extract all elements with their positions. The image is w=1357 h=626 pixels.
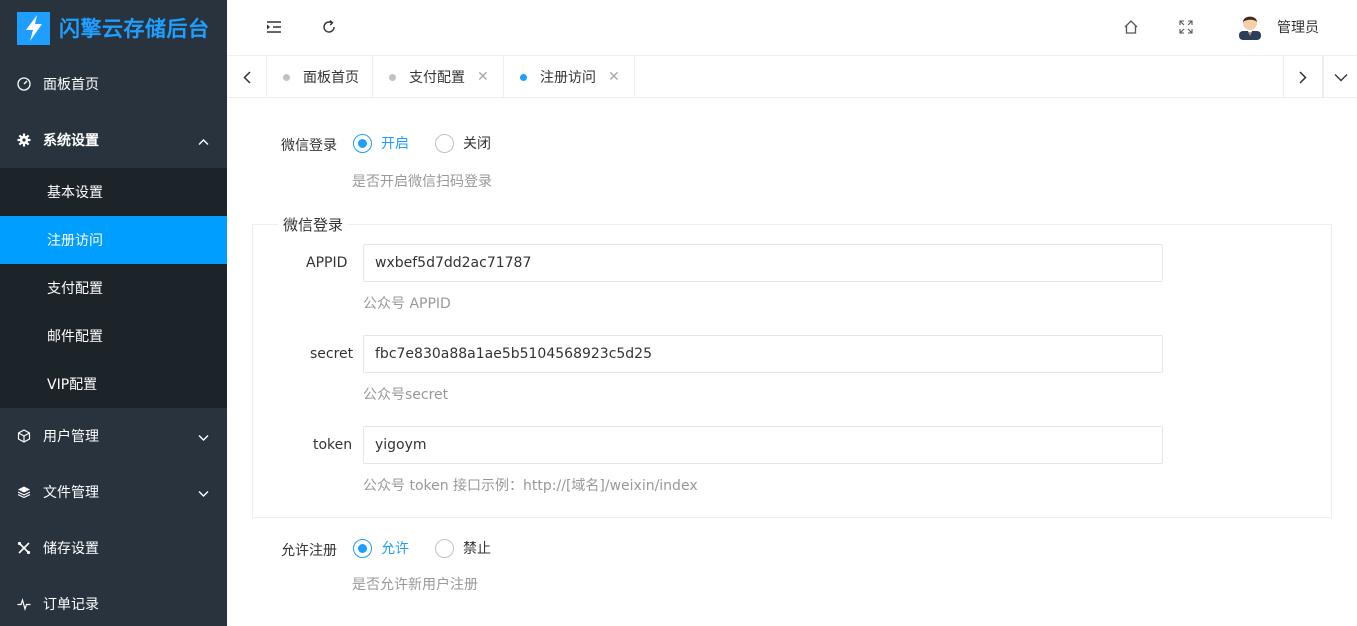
top-header: 管理员 (227, 0, 1357, 56)
wechat-login-radio-off[interactable]: 关闭 (435, 133, 491, 153)
token-help: 公众号 token 接口示例：http://[域名]/weixin/index (363, 478, 698, 494)
sidebar-item-order-records[interactable]: 订单记录 (0, 576, 227, 626)
sidebar-item-label: 用户管理 (43, 429, 99, 445)
radio-circle (435, 133, 454, 153)
sidebar-item-label: 订单记录 (43, 597, 99, 613)
secret-help: 公众号secret (363, 387, 449, 403)
lightning-icon (17, 11, 50, 45)
sidebar-item-file-management[interactable]: 文件管理 (0, 464, 227, 520)
pulse-icon (17, 597, 31, 611)
appid-label: APPID (306, 255, 348, 271)
wechat-login-label: 微信登录 (281, 138, 337, 154)
allow-register-radio-allow[interactable]: 允许 (353, 538, 409, 558)
gear-icon (17, 133, 31, 147)
radio-label: 禁止 (463, 541, 491, 557)
secret-input[interactable]: fbc7e830a88a1ae5b5104568923c5d25 (363, 335, 1163, 373)
radio-circle (353, 133, 372, 153)
wechat-login-help: 是否开启微信扫码登录 (352, 174, 492, 190)
sidebar-item-user-management[interactable]: 用户管理 (0, 408, 227, 464)
tab-label: 面板首页 (303, 70, 359, 86)
sidebar-item-label: 储存设置 (43, 541, 99, 557)
sidebar-item-mail-config[interactable]: 邮件配置 (0, 312, 227, 360)
wechat-settings-legend: 微信登录 (278, 214, 349, 235)
tab-label: 支付配置 (409, 70, 465, 86)
radio-label: 允许 (381, 541, 409, 557)
app-root: 闪擎云存储后台 面板首页 系统设置 基本设置 注册访问 支付配置 邮件配置 VI… (0, 0, 1357, 626)
allow-register-label: 允许注册 (281, 543, 337, 559)
tabs-bar: 面板首页 支付配置 ✕ 注册访问 ✕ (227, 56, 1357, 98)
menu-fold-icon[interactable] (265, 18, 283, 36)
chevron-down-icon (198, 430, 209, 446)
tools-icon (17, 541, 31, 555)
chevron-down-icon (198, 486, 209, 502)
allow-register-help: 是否允许新用户注册 (352, 577, 478, 593)
logo[interactable]: 闪擎云存储后台 (0, 0, 227, 56)
cube-icon (17, 429, 31, 443)
radio-circle (353, 538, 372, 558)
close-icon[interactable]: ✕ (477, 69, 489, 85)
radio-label: 开启 (381, 136, 409, 152)
tab-status-dot (283, 73, 290, 81)
tab-status-dot (520, 73, 527, 81)
allow-register-radio-deny[interactable]: 禁止 (435, 538, 491, 558)
content-area: 微信登录 开启 关闭 是否开启微信扫码登录 微信登录 APPID wxbef5d… (227, 98, 1357, 626)
token-input[interactable]: yigoym (363, 426, 1163, 464)
radio-label: 关闭 (463, 136, 491, 152)
dashboard-icon (17, 77, 31, 91)
submenu-system-settings: 基本设置 注册访问 支付配置 邮件配置 VIP配置 (0, 168, 227, 408)
sidebar-item-label: 文件管理 (43, 485, 99, 501)
tabs-scroll-left-button[interactable] (227, 56, 267, 98)
secret-label: secret (310, 346, 354, 362)
tab-register-access[interactable]: 注册访问 ✕ (504, 56, 635, 98)
user-name[interactable]: 管理员 (1277, 17, 1319, 37)
tab-label: 注册访问 (540, 70, 596, 86)
appid-input[interactable]: wxbef5d7dd2ac71787 (363, 244, 1163, 282)
token-label: token (313, 437, 353, 453)
chevron-up-icon (198, 134, 209, 150)
radio-circle (435, 538, 454, 558)
tab-dashboard[interactable]: 面板首页 (267, 56, 373, 98)
close-icon[interactable]: ✕ (608, 69, 620, 85)
logo-text: 闪擎云存储后台 (59, 17, 210, 41)
layers-icon (17, 485, 31, 499)
sidebar-item-basic-settings[interactable]: 基本设置 (0, 168, 227, 216)
tabs-scroll-right-button[interactable] (1283, 56, 1323, 98)
sidebar-item-payment-config[interactable]: 支付配置 (0, 264, 227, 312)
sidebar-item-storage-settings[interactable]: 储存设置 (0, 520, 227, 576)
refresh-icon[interactable] (320, 18, 338, 36)
sidebar-item-dashboard[interactable]: 面板首页 (0, 56, 227, 112)
sidebar-item-system-settings[interactable]: 系统设置 (0, 112, 227, 168)
tab-payment-config[interactable]: 支付配置 ✕ (373, 56, 504, 98)
sidebar: 闪擎云存储后台 面板首页 系统设置 基本设置 注册访问 支付配置 邮件配置 VI… (0, 0, 227, 626)
sidebar-item-register-access[interactable]: 注册访问 (0, 216, 227, 264)
fullscreen-icon[interactable] (1177, 18, 1195, 36)
home-icon[interactable] (1122, 18, 1140, 36)
sidebar-item-label: 面板首页 (43, 77, 99, 93)
wechat-login-radio-on[interactable]: 开启 (353, 133, 409, 153)
appid-help: 公众号 APPID (363, 296, 451, 312)
avatar[interactable] (1237, 12, 1263, 40)
sidebar-item-vip-config[interactable]: VIP配置 (0, 360, 227, 408)
tab-status-dot (389, 73, 396, 81)
sidebar-item-label: 系统设置 (43, 133, 99, 149)
tabs-dropdown-button[interactable] (1323, 56, 1357, 98)
